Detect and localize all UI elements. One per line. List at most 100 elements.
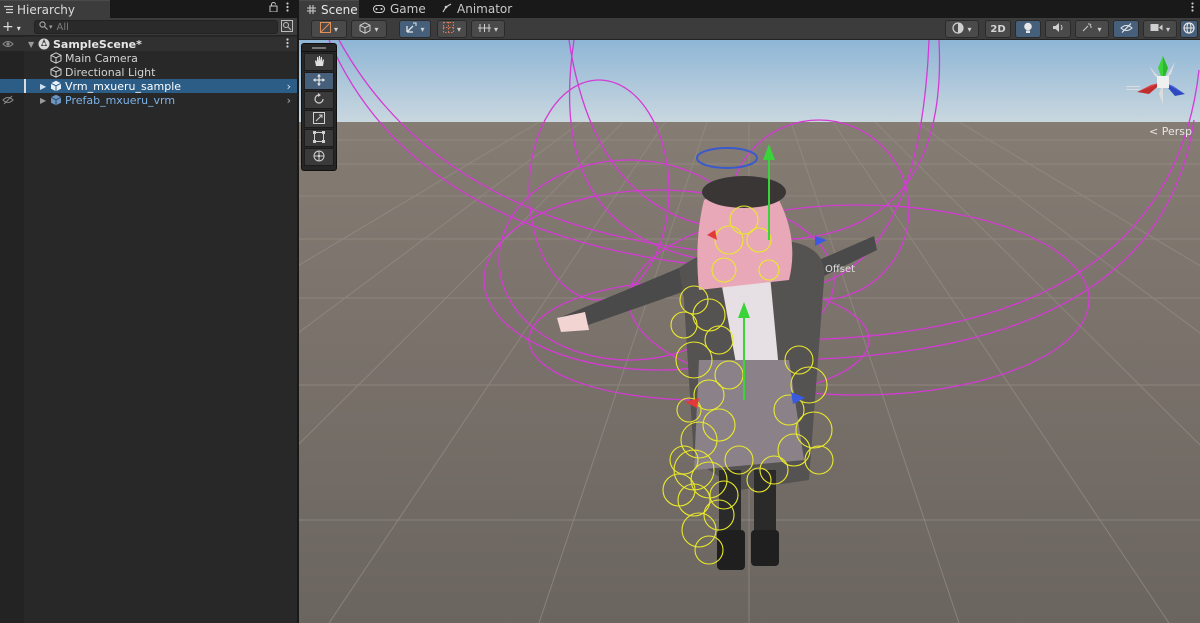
plus-icon: + (2, 19, 14, 35)
expand-arrow-icon[interactable]: ▼ (28, 40, 34, 49)
visibility-gutter (0, 36, 24, 623)
hierarchy-item-vrm-sample[interactable]: ▶ Vrm_mxueru_sample › (0, 79, 297, 93)
audio-toggle[interactable] (1045, 20, 1071, 38)
tab-scene[interactable]: Scene (299, 0, 359, 18)
shading-sphere-icon (952, 21, 965, 37)
prefab-cube-icon (50, 94, 62, 106)
chevron-left-icon: < (1149, 125, 1159, 138)
scene-viewport[interactable]: Offset (299, 39, 1200, 623)
add-object-button[interactable]: + ▾ (2, 18, 21, 36)
scene-toolbar: ▾ ▾ ▾ ▾ ▾ ▾ 2D ▾ ▾ (299, 18, 1200, 40)
chevron-down-icon: ▾ (16, 24, 21, 33)
scene-name: SampleScene* (53, 37, 142, 51)
hierarchy-tab-label: Hierarchy (17, 2, 76, 17)
list-icon (4, 3, 13, 17)
pivot-handle-dropdown[interactable]: ▾ (399, 20, 431, 38)
tab-label: Animator (457, 2, 513, 16)
draw-mode-dropdown[interactable]: ▾ (311, 20, 347, 38)
scene-tab-bar: Scene Game Animator (299, 0, 1200, 18)
search-input[interactable]: ▾ All (34, 20, 278, 34)
ruler-icon (477, 23, 491, 36)
scale-tool-button[interactable] (304, 110, 334, 128)
tab-animator[interactable]: Animator (434, 0, 520, 18)
item-label: Directional Light (65, 65, 156, 79)
shaded-mode-icon (319, 22, 331, 36)
transform-tool-button[interactable] (304, 148, 334, 166)
gizmo-globe-icon (1183, 21, 1195, 37)
rect-tool-button[interactable] (304, 129, 334, 147)
hand-icon (313, 55, 325, 70)
effects-dropdown[interactable]: ▾ (1075, 20, 1109, 38)
hierarchy-item-prefab[interactable]: ▶ Prefab_mxueru_vrm › (0, 93, 297, 107)
lighting-toggle[interactable] (1015, 20, 1041, 38)
unity-scene-icon (38, 38, 50, 50)
move-tool-button[interactable] (304, 72, 334, 90)
more-options-icon[interactable] (1191, 2, 1194, 15)
rotate-tool-button[interactable] (304, 91, 334, 109)
hand-tool-button[interactable] (304, 53, 334, 71)
hierarchy-toolbar: + ▾ ▾ All (0, 18, 297, 36)
hierarchy-tab-bar: Hierarchy (0, 0, 297, 18)
open-prefab-chevron-icon[interactable]: › (287, 94, 291, 107)
gameobject-cube-icon (50, 52, 62, 64)
transform-handle-icon (405, 22, 417, 37)
filter-by-type-icon[interactable] (281, 20, 293, 35)
tab-game[interactable]: Game (365, 0, 434, 18)
lighting-dropdown[interactable]: ▾ (945, 20, 979, 38)
transform-combo-icon (313, 150, 325, 165)
hidden-objects-toggle[interactable] (1113, 20, 1139, 38)
tools-overlay (301, 43, 337, 171)
more-options-icon[interactable] (286, 2, 289, 15)
prefab-cube-icon (50, 80, 62, 92)
tab-label: Game (390, 2, 426, 16)
scene-render (299, 39, 1200, 623)
rotate-icon (313, 92, 325, 108)
item-label: Prefab_mxueru_vrm (65, 93, 176, 107)
effects-icon (1082, 22, 1094, 36)
hierarchy-tab[interactable]: Hierarchy (0, 0, 110, 18)
rect-transform-icon (313, 130, 325, 146)
grid-snap-dropdown[interactable]: ▾ (437, 20, 467, 38)
hidden-eye-icon[interactable] (2, 95, 14, 108)
scene-root-row[interactable]: ▼ SampleScene* (0, 37, 297, 51)
mode-2d-label: 2D (990, 23, 1006, 35)
animator-icon (442, 2, 452, 16)
overlay-drag-handle[interactable] (302, 44, 336, 52)
hidden-eye-icon (1119, 22, 1133, 36)
scene-more-icon[interactable] (286, 37, 289, 51)
lock-icon[interactable] (269, 2, 278, 15)
gameobject-cube-icon (50, 66, 62, 78)
scene-visibility-marker (24, 79, 26, 93)
cube-mode-icon (359, 21, 371, 37)
hierarchy-item-main-camera[interactable]: Main Camera (0, 51, 297, 65)
render-mode-dropdown[interactable]: ▾ (351, 20, 387, 38)
expand-arrow-icon[interactable]: ▶ (40, 82, 46, 91)
tab-label: Scene (321, 2, 358, 17)
gizmos-toggle[interactable] (1180, 20, 1198, 38)
increment-snap-dropdown[interactable]: ▾ (471, 20, 505, 38)
projection-label: Persp (1161, 125, 1192, 138)
gizmo-menu-icon[interactable] (1126, 86, 1140, 90)
hierarchy-item-directional-light[interactable]: Directional Light (0, 65, 297, 79)
grid-snapping-icon (442, 22, 454, 36)
search-placeholder: All (56, 21, 69, 33)
item-label: Main Camera (65, 51, 138, 65)
gamepad-icon (373, 2, 385, 16)
scale-icon (313, 111, 325, 127)
camera-projection-toggle[interactable]: < Persp (1149, 125, 1192, 138)
speaker-icon (1052, 22, 1064, 36)
expand-arrow-icon[interactable]: ▶ (40, 96, 46, 105)
light-bulb-icon (1023, 22, 1033, 37)
hierarchy-panel: Hierarchy + ▾ ▾ All ▼ SampleScene* Main … (0, 0, 297, 623)
mode-2d-toggle[interactable]: 2D (985, 20, 1011, 38)
offset-label: Offset (825, 264, 856, 275)
item-label: Vrm_mxueru_sample (65, 79, 182, 93)
search-dropdown-icon: ▾ (49, 23, 53, 31)
open-prefab-chevron-icon[interactable]: › (287, 80, 291, 93)
search-icon (39, 21, 48, 33)
grid-icon (307, 3, 316, 17)
camera-icon (1150, 23, 1163, 35)
move-arrows-icon (313, 73, 325, 89)
camera-settings-dropdown[interactable]: ▾ (1143, 20, 1177, 38)
scene-view-panel: Scene Game Animator ▾ ▾ ▾ ▾ ▾ ▾ 2D ▾ ▾ O… (299, 0, 1200, 623)
